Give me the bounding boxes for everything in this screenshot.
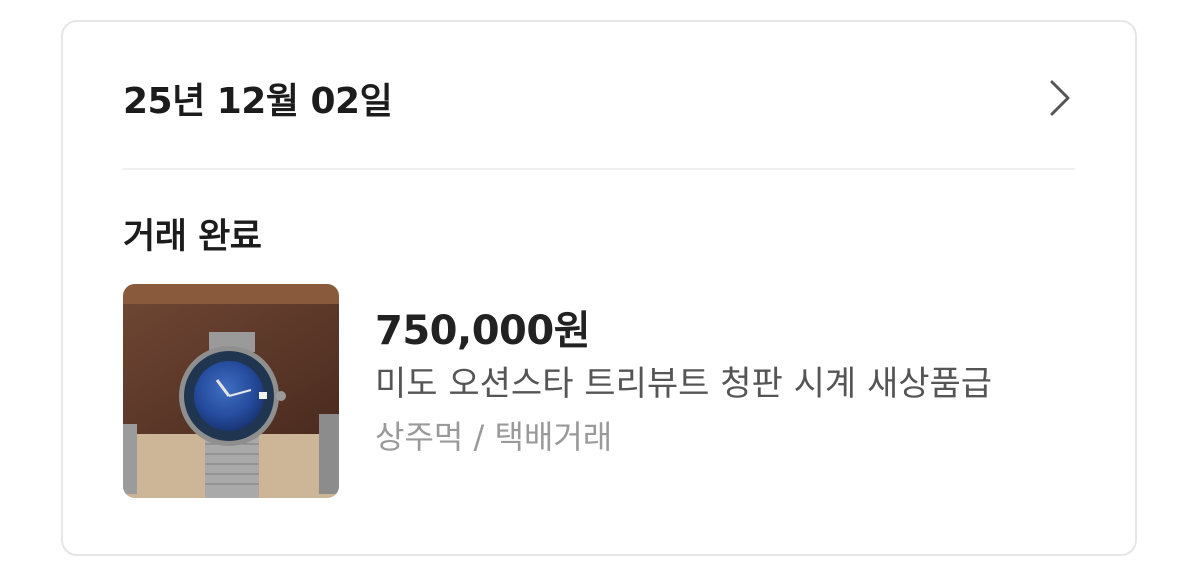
divider (123, 168, 1075, 170)
product-thumbnail[interactable] (123, 284, 339, 498)
product-price: 750,000원 (375, 308, 591, 354)
transaction-card: 25년 12월 02일 거래 완료 750,000원 미도 오션스타 트리뷰트 … (61, 20, 1137, 556)
watch-photo (123, 284, 339, 498)
transaction-header[interactable]: 25년 12월 02일 (123, 70, 1075, 126)
product-meta: 상주먹 / 택배거래 (375, 418, 613, 456)
transaction-status: 거래 완료 (123, 217, 262, 257)
product-item[interactable]: 750,000원 미도 오션스타 트리뷰트 청판 시계 새상품급 상주먹 / 택… (123, 284, 1095, 500)
product-title: 미도 오션스타 트리뷰트 청판 시계 새상품급 (375, 364, 993, 404)
chevron-right-icon[interactable] (1045, 78, 1075, 118)
transaction-date: 25년 12월 02일 (123, 81, 393, 122)
product-info: 750,000원 미도 오션스타 트리뷰트 청판 시계 새상품급 상주먹 / 택… (375, 284, 992, 500)
